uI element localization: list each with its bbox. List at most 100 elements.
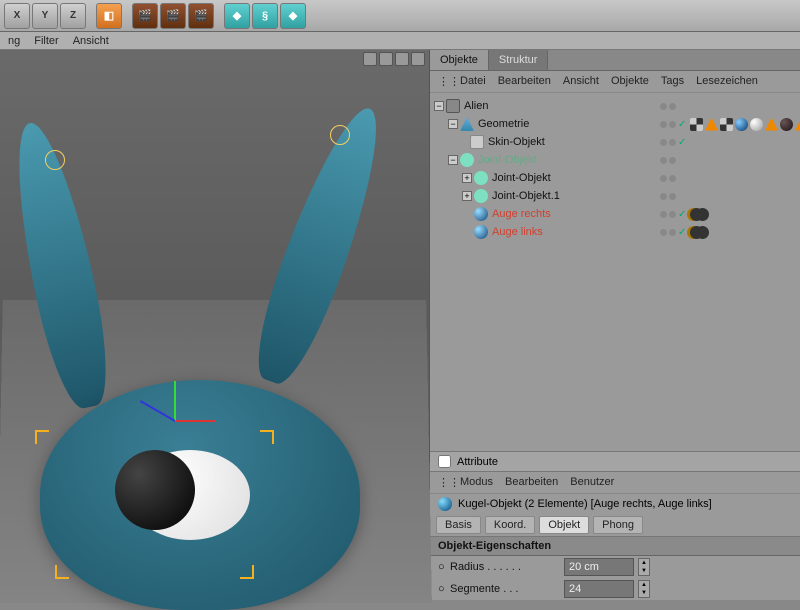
menu-ansicht[interactable]: Ansicht bbox=[563, 75, 599, 88]
cube-primitive-button[interactable]: ◧ bbox=[96, 3, 122, 29]
prop-label: Radius . . . . . . bbox=[450, 561, 560, 573]
visibility-dots[interactable] bbox=[660, 157, 676, 164]
axis-y[interactable] bbox=[174, 381, 176, 421]
menu-objekte[interactable]: Objekte bbox=[611, 75, 649, 88]
menu-bearbeiten[interactable]: Bearbeiten bbox=[498, 75, 551, 88]
tree-label[interactable]: Alien bbox=[464, 100, 488, 112]
tab-koord[interactable]: Koord. bbox=[485, 516, 535, 534]
tree-label[interactable]: Joint-Objekt bbox=[492, 172, 551, 184]
tree-row-auge-links[interactable]: Auge links ✓ bbox=[430, 223, 800, 241]
visibility-dots[interactable] bbox=[660, 103, 676, 110]
vp-rotate-icon[interactable] bbox=[395, 52, 409, 66]
animation-button-3[interactable]: 🎬 bbox=[188, 3, 214, 29]
menu-trunc[interactable]: ng bbox=[8, 35, 20, 47]
tag-strip[interactable] bbox=[690, 208, 703, 221]
expander-icon[interactable]: − bbox=[448, 119, 458, 129]
selection-bracket bbox=[55, 565, 69, 579]
vp-move-icon[interactable] bbox=[363, 52, 377, 66]
tree-empty-area[interactable] bbox=[430, 245, 800, 451]
tree-row-auge-rechts[interactable]: Auge rechts ✓ bbox=[430, 205, 800, 223]
tree-label[interactable]: Joint-Objekt bbox=[478, 154, 537, 166]
animation-button-2[interactable]: 🎬 bbox=[160, 3, 186, 29]
menu-lesezeichen[interactable]: Lesezeichen bbox=[696, 75, 758, 88]
deformer-button-3[interactable]: ◆ bbox=[280, 3, 306, 29]
right-panel: Objekte Struktur ⋮⋮ Datei Bearbeiten Ans… bbox=[430, 50, 800, 600]
clapboard-icon: 🎬 bbox=[194, 9, 208, 22]
tree-row-joint2[interactable]: + Joint-Objekt.1 bbox=[430, 187, 800, 205]
chevron-down-icon[interactable]: ▼ bbox=[639, 567, 649, 575]
menu-dots-icon[interactable]: ⋮⋮ bbox=[438, 75, 448, 88]
menu-datei[interactable]: Datei bbox=[460, 75, 486, 88]
tree-row-joint-root[interactable]: − Joint-Objekt bbox=[430, 151, 800, 169]
menu-modus[interactable]: Modus bbox=[460, 476, 493, 489]
tab-objekt[interactable]: Objekt bbox=[539, 516, 589, 534]
axis-z-button[interactable]: Z bbox=[60, 3, 86, 29]
texture-tag-icon[interactable] bbox=[690, 226, 703, 239]
radius-input[interactable]: 20 cm bbox=[564, 558, 634, 576]
phong-tag-icon[interactable] bbox=[765, 118, 778, 131]
axis-y-button[interactable]: Y bbox=[32, 3, 58, 29]
cube-icon: ◧ bbox=[104, 9, 114, 22]
texture-tag-icon[interactable] bbox=[690, 208, 703, 221]
visibility-dots[interactable] bbox=[660, 193, 676, 200]
chevron-up-icon[interactable]: ▲ bbox=[639, 581, 649, 589]
uvw-tag-icon[interactable] bbox=[690, 118, 703, 131]
tab-struktur[interactable]: Struktur bbox=[489, 50, 549, 70]
vp-zoom-icon[interactable] bbox=[379, 52, 393, 66]
deformer-button-1[interactable]: ◆ bbox=[224, 3, 250, 29]
expander-icon[interactable]: − bbox=[448, 155, 458, 165]
tag-strip[interactable] bbox=[690, 226, 703, 239]
menu-tags[interactable]: Tags bbox=[661, 75, 684, 88]
expander-icon[interactable]: − bbox=[434, 101, 444, 111]
visibility-dots[interactable] bbox=[660, 175, 676, 182]
3d-viewport[interactable] bbox=[0, 50, 430, 600]
material-tag-icon[interactable] bbox=[735, 118, 748, 131]
spinner[interactable]: ▲▼ bbox=[638, 558, 650, 576]
keyframe-dot[interactable]: ○ bbox=[438, 561, 446, 573]
tree-row-skin[interactable]: Skin-Objekt ✓ bbox=[430, 133, 800, 151]
selection-bracket bbox=[260, 430, 274, 444]
menu-filter[interactable]: Filter bbox=[34, 35, 58, 47]
menu-benutzer[interactable]: Benutzer bbox=[570, 476, 614, 489]
joint-icon bbox=[474, 171, 488, 185]
attribute-lock-checkbox[interactable] bbox=[438, 455, 451, 468]
phong-tag-icon[interactable] bbox=[795, 118, 800, 131]
visibility-dots[interactable]: ✓ bbox=[660, 227, 686, 238]
deformer-button-2[interactable]: § bbox=[252, 3, 278, 29]
tree-label[interactable]: Auge rechts bbox=[492, 208, 551, 220]
visibility-dots[interactable]: ✓ bbox=[660, 209, 686, 220]
phong-tag-icon[interactable] bbox=[705, 118, 718, 131]
tree-row-joint1[interactable]: + Joint-Objekt bbox=[430, 169, 800, 187]
spinner[interactable]: ▲▼ bbox=[638, 580, 650, 598]
attribute-tabs: Basis Koord. Objekt Phong bbox=[430, 514, 800, 536]
tree-row-geometrie[interactable]: − Geometrie ✓ bbox=[430, 115, 800, 133]
vp-layout-icon[interactable] bbox=[411, 52, 425, 66]
material-tag-icon[interactable] bbox=[780, 118, 793, 131]
keyframe-dot[interactable]: ○ bbox=[438, 583, 446, 595]
segmente-input[interactable]: 24 bbox=[564, 580, 634, 598]
tab-objekte[interactable]: Objekte bbox=[430, 50, 489, 70]
material-tag-icon[interactable] bbox=[750, 118, 763, 131]
menu-bearbeiten[interactable]: Bearbeiten bbox=[505, 476, 558, 489]
tree-label[interactable]: Skin-Objekt bbox=[488, 136, 545, 148]
chevron-up-icon[interactable]: ▲ bbox=[639, 559, 649, 567]
tab-phong[interactable]: Phong bbox=[593, 516, 643, 534]
expander-icon[interactable]: + bbox=[462, 173, 472, 183]
menu-dots-icon[interactable]: ⋮⋮ bbox=[438, 476, 448, 489]
chevron-down-icon[interactable]: ▼ bbox=[639, 589, 649, 597]
visibility-dots[interactable]: ✓ bbox=[660, 137, 686, 148]
axis-x-button[interactable]: X bbox=[4, 3, 30, 29]
axis-x[interactable] bbox=[175, 420, 215, 422]
tab-basis[interactable]: Basis bbox=[436, 516, 481, 534]
visibility-dots[interactable]: ✓ bbox=[660, 119, 686, 130]
animation-button-1[interactable]: 🎬 bbox=[132, 3, 158, 29]
tag-strip[interactable] bbox=[690, 118, 800, 131]
tree-row-alien[interactable]: − Alien bbox=[430, 97, 800, 115]
uvw-tag-icon[interactable] bbox=[720, 118, 733, 131]
tree-label[interactable]: Geometrie bbox=[478, 118, 529, 130]
tree-label[interactable]: Auge links bbox=[492, 226, 543, 238]
expander-icon[interactable]: + bbox=[462, 191, 472, 201]
object-manager-menu: ⋮⋮ Datei Bearbeiten Ansicht Objekte Tags… bbox=[430, 71, 800, 93]
tree-label[interactable]: Joint-Objekt.1 bbox=[492, 190, 560, 202]
menu-ansicht[interactable]: Ansicht bbox=[73, 35, 109, 47]
